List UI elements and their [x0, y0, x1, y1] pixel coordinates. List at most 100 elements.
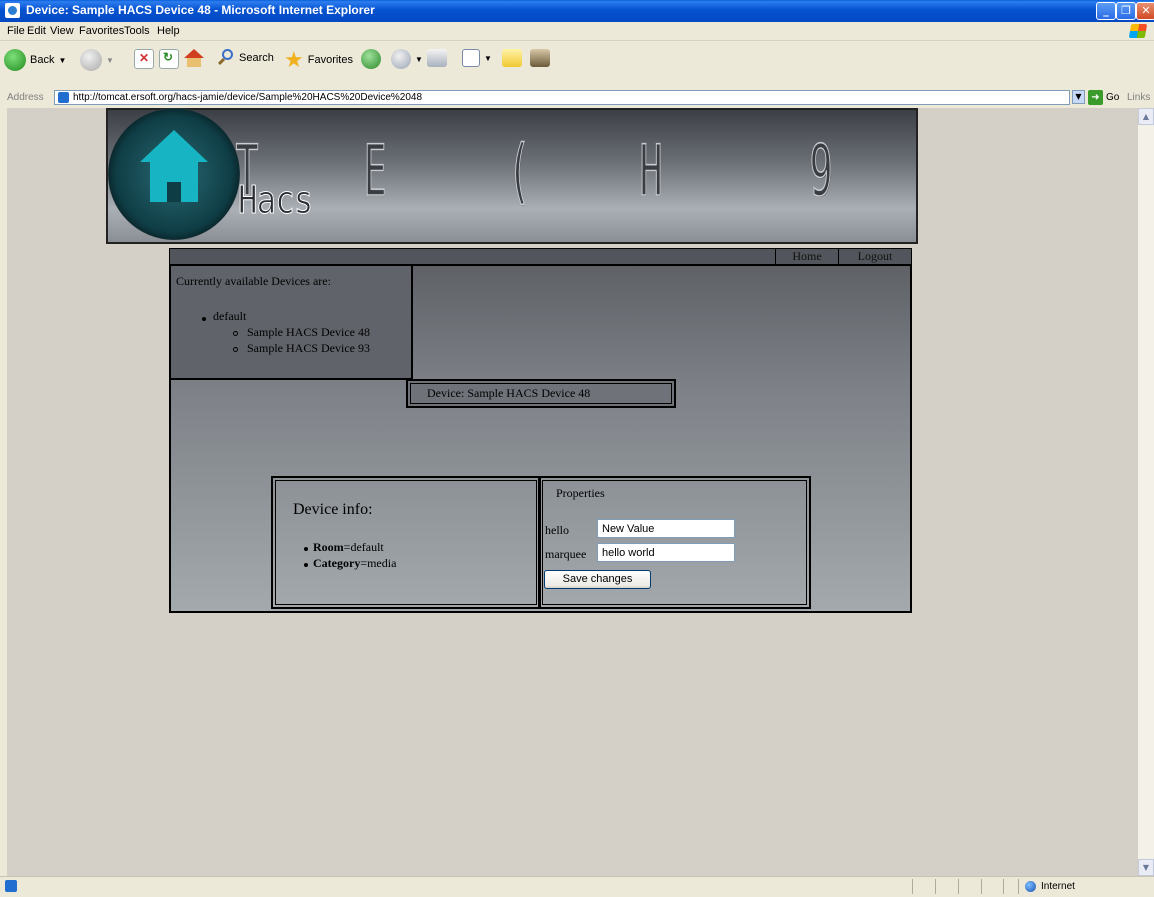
scroll-up-icon[interactable]: ▲ [1138, 108, 1154, 125]
notes-icon [502, 49, 522, 67]
history-button[interactable] [361, 49, 381, 69]
menu-file[interactable]: File [7, 25, 25, 37]
security-zone: Internet [1041, 881, 1075, 892]
banner-glyph: ( [507, 129, 531, 213]
mail-button[interactable]: ▼ [391, 49, 423, 69]
forward-arrow-icon [80, 49, 102, 71]
address-dropdown-icon[interactable]: ▼ [1072, 90, 1085, 104]
favorites-button[interactable]: ★ Favorites [284, 49, 353, 71]
search-label: Search [239, 52, 274, 64]
restore-button[interactable]: ❐ [1116, 2, 1136, 20]
device-info-row: Room=default [313, 540, 384, 555]
address-input[interactable]: http://tomcat.ersoft.org/hacs-jamie/devi… [54, 90, 1070, 105]
refresh-button[interactable]: ↻ [159, 49, 179, 69]
ie-app-icon [5, 3, 20, 18]
page-icon [58, 92, 69, 103]
minimize-button[interactable]: _ [1096, 2, 1116, 20]
banner-glyph: E [363, 129, 387, 213]
search-button[interactable]: Search [217, 49, 274, 67]
vertical-scrollbar[interactable]: ▲ ▼ [1138, 108, 1154, 876]
hacs-logo-text: Hacs [238, 178, 314, 223]
history-icon [361, 49, 381, 69]
edit-button[interactable]: ▼ [462, 49, 492, 67]
properties-title: Properties [556, 486, 605, 500]
window-title: Device: Sample HACS Device 48 - Microsof… [26, 3, 375, 17]
mail-icon [391, 49, 411, 69]
bullet-icon [233, 347, 238, 352]
menu-bar: File Edit View Favorites Tools Help [0, 22, 1154, 41]
nav-logout-link[interactable]: Logout [838, 249, 911, 264]
bullet-icon [304, 563, 308, 567]
go-arrow-icon[interactable]: ➜ [1088, 90, 1103, 105]
search-icon [217, 49, 235, 67]
info-value-room: =default [343, 540, 384, 554]
print-icon [427, 49, 447, 67]
device-info-box: Device info: Room=default Category=media [271, 476, 541, 609]
banner-glyph: H [639, 129, 663, 213]
info-value-category: =media [360, 556, 397, 570]
refresh-icon: ↻ [159, 49, 179, 69]
forward-dropdown-icon[interactable]: ▼ [106, 56, 114, 65]
research-button[interactable] [530, 49, 550, 67]
windows-logo-icon [1128, 24, 1148, 38]
internet-zone-icon [1025, 881, 1036, 892]
nav-bar: Home Logout [169, 248, 912, 265]
status-bar: Internet [0, 876, 1154, 897]
mail-dropdown-icon[interactable]: ▼ [415, 55, 423, 64]
device-group-default: default [213, 309, 247, 323]
print-button[interactable] [427, 49, 447, 67]
toolbar: Back ▼ ▼ ✕ ↻ Search ★ Favorites ▼ ▼ [0, 41, 1154, 90]
scroll-down-icon[interactable]: ▼ [1138, 859, 1154, 876]
device-list-heading: Currently available Devices are: [176, 274, 331, 288]
page-viewport: T E ( H 9 Hacs Home Logout Currently ava… [7, 108, 1138, 876]
back-label: Back [30, 54, 55, 66]
stop-button[interactable]: ✕ [134, 49, 154, 69]
edit-dropdown-icon[interactable]: ▼ [484, 54, 492, 63]
device-link[interactable]: Sample HACS Device 48 [247, 325, 370, 340]
bullet-icon [202, 317, 206, 321]
status-page-icon [5, 880, 17, 892]
nav-home-link[interactable]: Home [775, 249, 838, 264]
menu-view[interactable]: View [50, 25, 74, 37]
device-info-title: Device info: [293, 501, 373, 518]
device-title-box: Device: Sample HACS Device 48 [406, 379, 676, 408]
device-title: Device: Sample HACS Device 48 [410, 383, 672, 404]
address-label: Address [7, 92, 44, 103]
menu-edit[interactable]: Edit [27, 25, 46, 37]
properties-box: Properties hello marquee Save changes [538, 476, 811, 609]
device-list-panel: Currently available Devices are: default… [169, 264, 413, 380]
menu-tools[interactable]: Tools [124, 25, 150, 37]
property-label-hello: hello [545, 523, 569, 537]
back-dropdown-icon[interactable]: ▼ [58, 56, 66, 65]
bullet-icon [304, 547, 308, 551]
device-link[interactable]: Sample HACS Device 93 [247, 341, 370, 356]
title-bar: Device: Sample HACS Device 48 - Microsof… [0, 0, 1154, 22]
property-input-hello[interactable] [597, 519, 735, 538]
banner-glyph: 9 [809, 129, 833, 213]
address-bar: Address http://tomcat.ersoft.org/hacs-ja… [0, 89, 1154, 107]
device-info-row: Category=media [313, 556, 396, 571]
address-url: http://tomcat.ersoft.org/hacs-jamie/devi… [73, 92, 423, 103]
stop-icon: ✕ [134, 49, 154, 69]
word-edit-icon [462, 49, 480, 67]
home-icon [184, 49, 204, 67]
property-label-marquee: marquee [545, 547, 587, 561]
forward-button[interactable]: ▼ [80, 49, 114, 71]
bullet-icon [233, 331, 238, 336]
discuss-button[interactable] [502, 49, 522, 67]
back-arrow-icon [4, 49, 26, 71]
favorites-label: Favorites [307, 54, 353, 66]
home-button[interactable] [184, 49, 204, 67]
links-button[interactable]: Links [1127, 92, 1150, 103]
save-changes-button[interactable]: Save changes [544, 570, 651, 589]
menu-favorites[interactable]: Favorites [79, 25, 124, 37]
property-input-marquee[interactable] [597, 543, 735, 562]
hacs-home-logo[interactable] [108, 108, 240, 240]
back-button[interactable]: Back ▼ [4, 49, 66, 71]
house-icon [140, 130, 208, 204]
menu-help[interactable]: Help [157, 25, 180, 37]
close-button[interactable]: ✕ [1136, 2, 1154, 20]
favorites-star-icon: ★ [284, 47, 304, 72]
info-key-room: Room [313, 540, 344, 554]
go-button[interactable]: Go [1106, 92, 1119, 103]
